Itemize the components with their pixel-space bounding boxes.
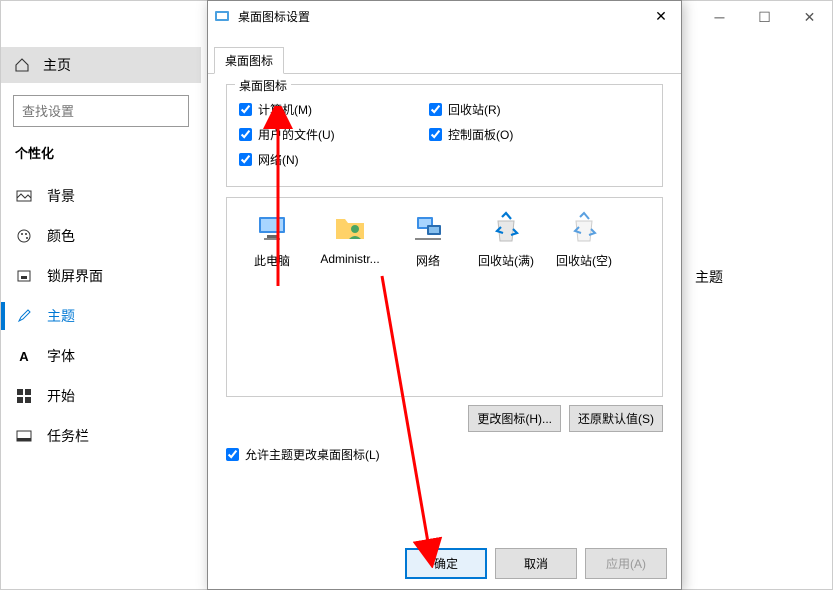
lock-icon xyxy=(15,267,33,285)
fieldset-legend: 桌面图标 xyxy=(235,77,291,94)
sidebar-item-themes[interactable]: 主题 xyxy=(1,296,201,336)
brush-icon xyxy=(15,307,33,325)
dialog-close-button[interactable]: ✕ xyxy=(647,3,675,29)
taskbar-icon xyxy=(15,427,33,445)
dialog-title: 桌面图标设置 xyxy=(238,8,310,25)
nav-label: 颜色 xyxy=(47,226,75,246)
nav-label: 背景 xyxy=(47,186,75,206)
recycle-full-icon xyxy=(488,210,524,246)
theme-text-fragment: 主题 xyxy=(695,267,723,287)
home-icon xyxy=(13,56,31,74)
checkbox-controlpanel[interactable]: 控制面板(O) xyxy=(429,126,619,143)
dialog-footer: 确定 取消 应用(A) xyxy=(405,548,667,579)
sidebar-item-background[interactable]: 背景 xyxy=(1,176,201,216)
home-label: 主页 xyxy=(43,55,71,75)
network-icon xyxy=(410,210,446,246)
minimize-button[interactable]: ─ xyxy=(697,2,742,32)
nav-label: 任务栏 xyxy=(47,426,89,446)
icon-item-thispc[interactable]: 此电脑 xyxy=(235,210,309,269)
home-link[interactable]: 主页 xyxy=(1,47,201,83)
start-icon xyxy=(15,387,33,405)
icon-item-network[interactable]: 网络 xyxy=(391,210,465,269)
nav-label: 开始 xyxy=(47,386,75,406)
icon-item-recycleempty[interactable]: 回收站(空) xyxy=(547,210,621,269)
palette-icon xyxy=(15,227,33,245)
computer-icon xyxy=(254,210,290,246)
sidebar-item-lockscreen[interactable]: 锁屏界面 xyxy=(1,256,201,296)
tab-desktop-icons[interactable]: 桌面图标 xyxy=(214,47,284,74)
icon-item-admin[interactable]: Administr... xyxy=(313,210,387,266)
maximize-button[interactable]: ☐ xyxy=(742,2,787,32)
checkbox-userfiles[interactable]: 用户的文件(U) xyxy=(239,126,429,143)
apply-button[interactable]: 应用(A) xyxy=(585,548,667,579)
section-title: 个性化 xyxy=(1,143,201,162)
cancel-button[interactable]: 取消 xyxy=(495,548,577,579)
checkbox-network[interactable]: 网络(N) xyxy=(239,151,429,168)
close-button[interactable]: ✕ xyxy=(787,2,832,32)
dialog-tabs: 桌面图标 xyxy=(208,47,681,74)
checkbox-computer[interactable]: 计算机(M) xyxy=(239,101,429,118)
recycle-empty-icon xyxy=(566,210,602,246)
sidebar-item-fonts[interactable]: A 字体 xyxy=(1,336,201,376)
sidebar-item-colors[interactable]: 颜色 xyxy=(1,216,201,256)
checkbox-allow-theme[interactable]: 允许主题更改桌面图标(L) xyxy=(226,446,663,463)
icon-preview-list: 此电脑 Administr... 网络 回收站(满) 回收站(空) xyxy=(226,197,663,397)
dialog-titlebar: 桌面图标设置 ✕ xyxy=(208,1,681,31)
search-input[interactable] xyxy=(13,95,189,127)
sidebar-item-start[interactable]: 开始 xyxy=(1,376,201,416)
icon-item-recyclefull[interactable]: 回收站(满) xyxy=(469,210,543,269)
ok-button[interactable]: 确定 xyxy=(405,548,487,579)
font-icon: A xyxy=(15,347,33,365)
nav-label: 字体 xyxy=(47,346,75,366)
change-icon-button[interactable]: 更改图标(H)... xyxy=(468,405,561,432)
dialog-icon xyxy=(214,8,230,24)
picture-icon xyxy=(15,187,33,205)
desktop-icons-fieldset: 桌面图标 计算机(M) 回收站(R) 用户的文件(U) 控制面板(O) 网络(N… xyxy=(226,84,663,187)
user-folder-icon xyxy=(332,210,368,246)
checkbox-recyclebin[interactable]: 回收站(R) xyxy=(429,101,619,118)
desktop-icon-settings-dialog: 桌面图标设置 ✕ 桌面图标 桌面图标 计算机(M) 回收站(R) 用户的文件(U… xyxy=(207,0,682,590)
nav-label: 主题 xyxy=(47,306,75,326)
sidebar-item-taskbar[interactable]: 任务栏 xyxy=(1,416,201,456)
nav-label: 锁屏界面 xyxy=(47,266,103,286)
restore-default-button[interactable]: 还原默认值(S) xyxy=(569,405,663,432)
sidebar: 主页 个性化 背景 颜色 锁屏界面 主题 A 字体 开始 xyxy=(1,47,201,589)
